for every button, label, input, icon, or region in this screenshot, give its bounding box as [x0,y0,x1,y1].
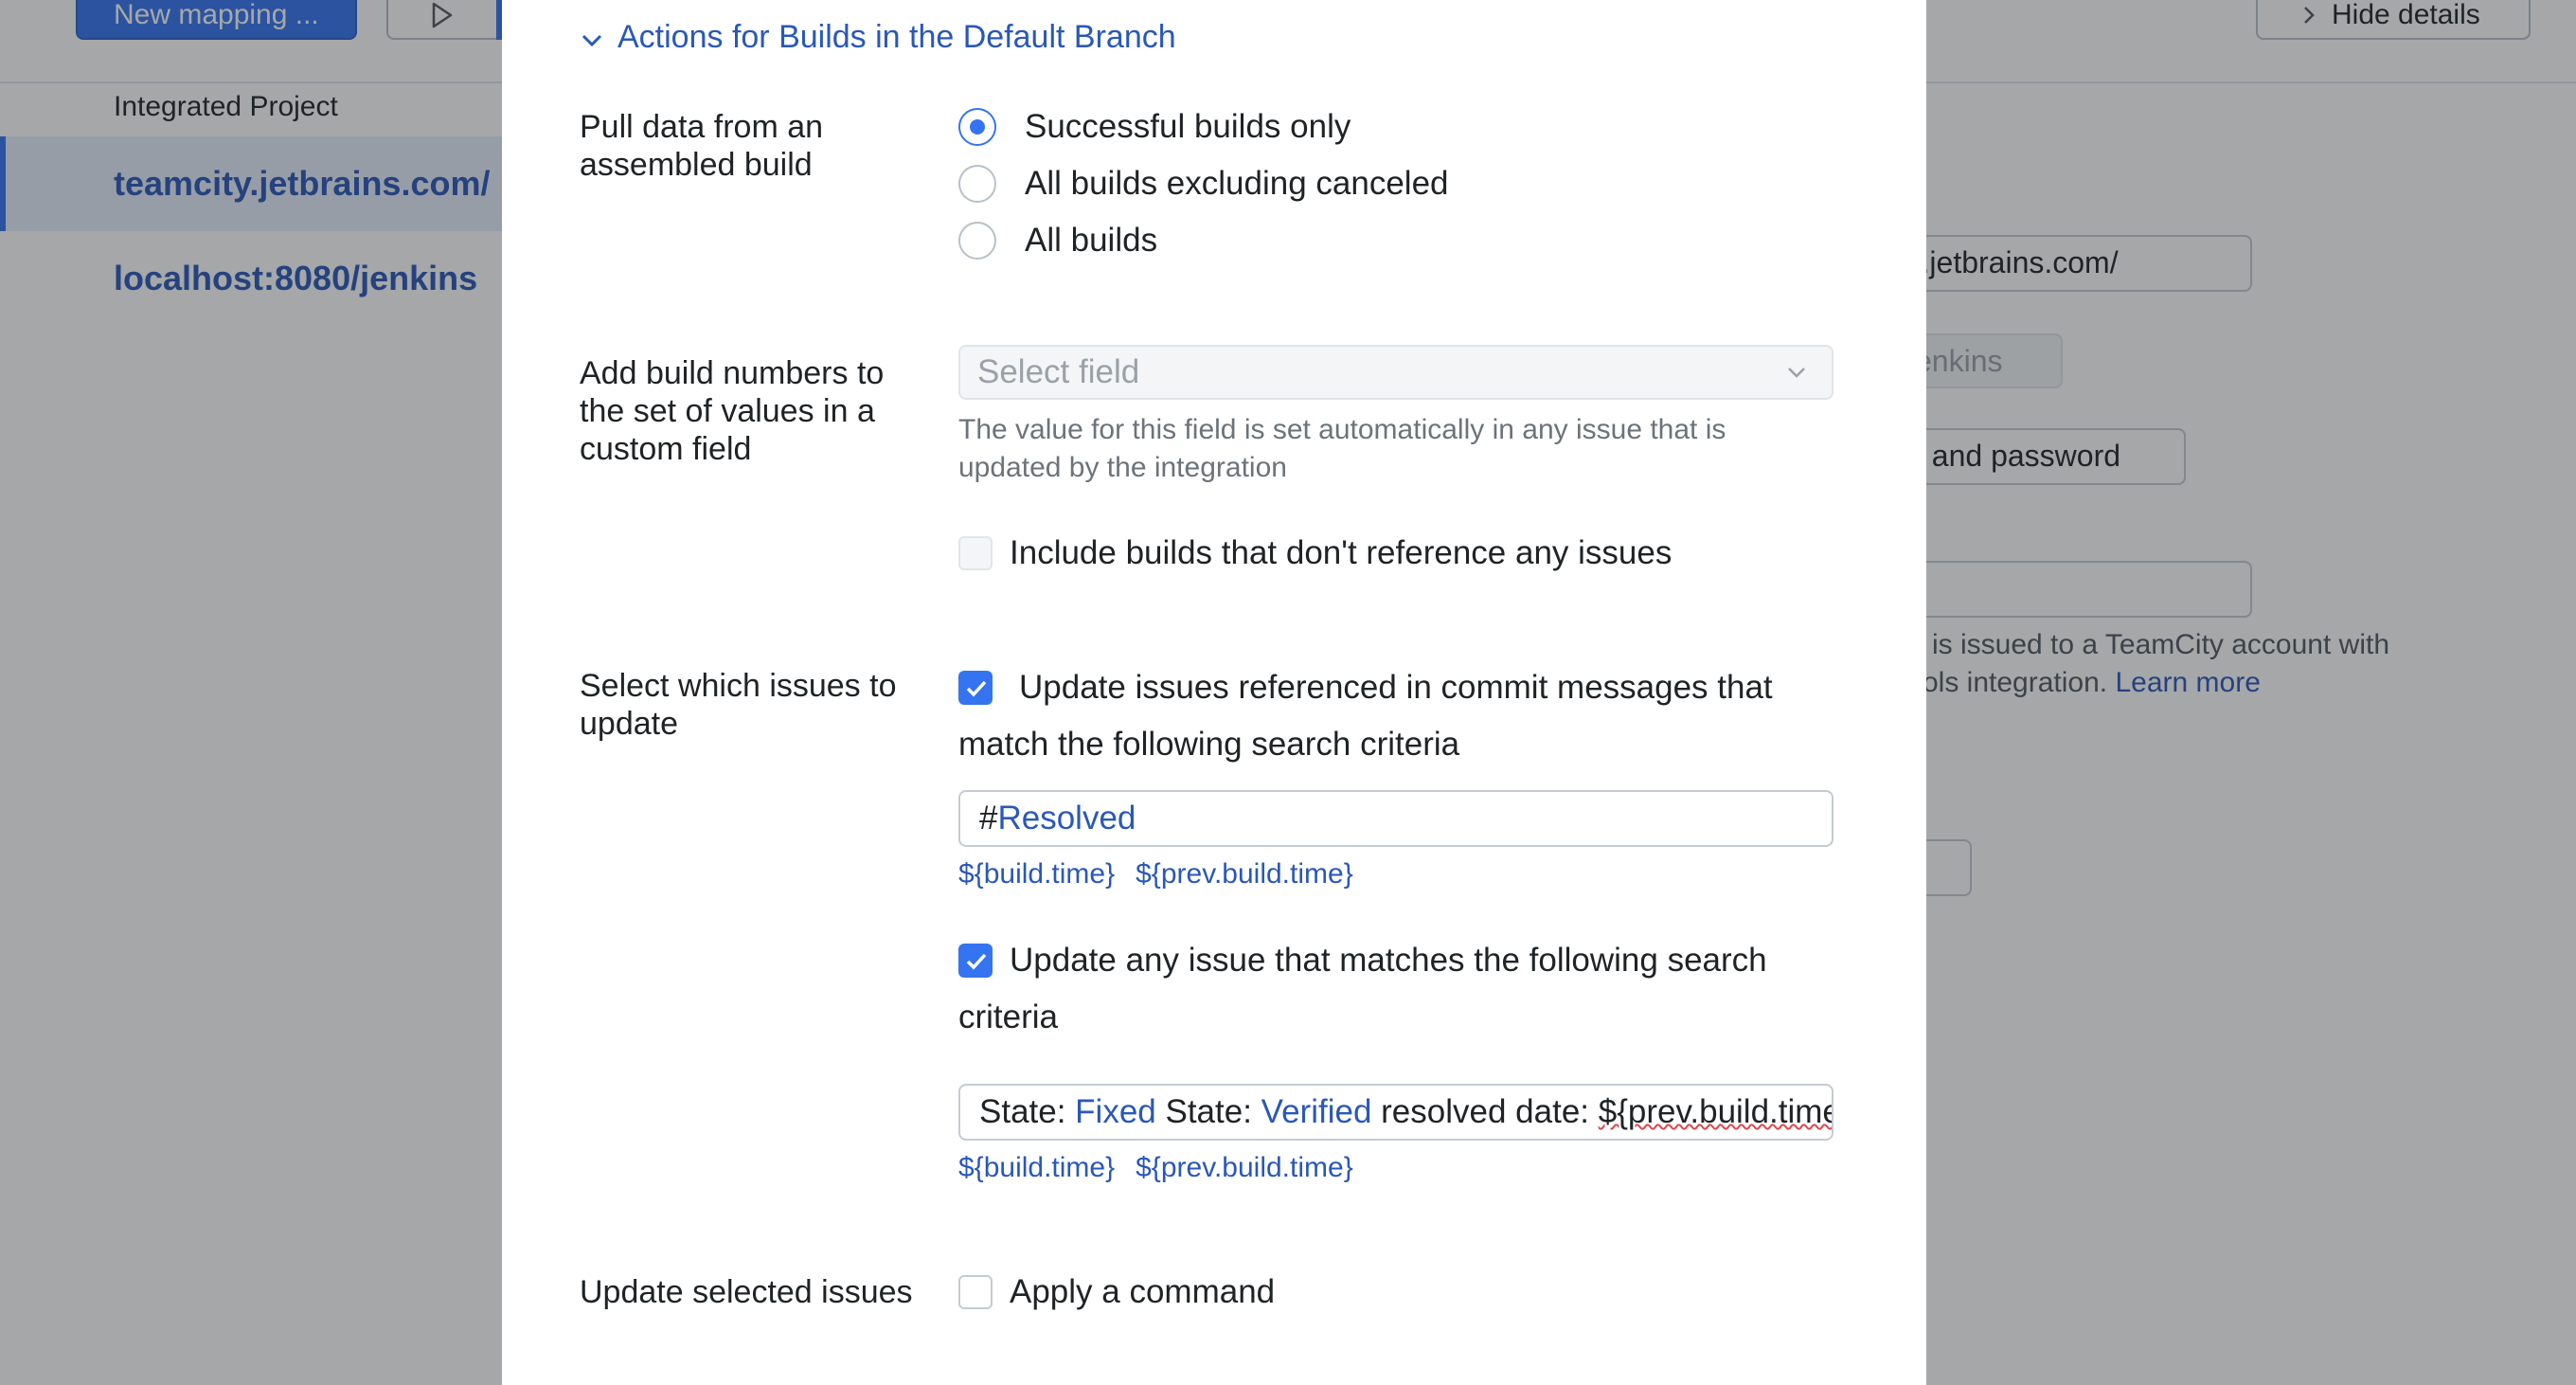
section-title: Actions for Builds in the Default Branch [617,19,1176,55]
variable-prev-build-time[interactable]: ${prev.build.time} [1136,858,1353,890]
radio-button-selected[interactable] [958,108,996,146]
radio-label: All builds [1025,222,1158,259]
radio-all-excluding-canceled[interactable]: All builds excluding canceled [958,161,1449,207]
any-issue-checkbox-row[interactable]: Update any issue that matches the follow… [958,932,1839,1046]
pull-data-label: Pull data from an assembled build [580,109,824,183]
query-keyword-verified: Verified [1261,1093,1372,1130]
commit-issues-checkbox-row[interactable]: Update issues referenced in commit messa… [958,659,1839,773]
query-keyword-resolved: Resolved [997,800,1136,836]
any-query-variables: ${build.time} ${prev.build.time} [958,1152,1374,1184]
any-issue-checkbox[interactable] [958,944,993,978]
any-issue-search-query-input[interactable]: State: Fixed State: Verified resolved da… [958,1084,1834,1141]
apply-command-checkbox-row[interactable]: Apply a command [958,1264,1839,1321]
radio-button[interactable] [958,222,996,260]
radio-all-builds[interactable]: All builds [958,218,1157,263]
include-builds-checkbox-row[interactable]: Include builds that don't reference any … [958,525,1839,582]
variable-build-time[interactable]: ${build.time} [958,858,1115,890]
include-builds-label: Include builds that don't reference any … [1010,534,1673,571]
radio-label: All builds excluding canceled [1025,165,1449,202]
chevron-down-icon [581,34,602,47]
custom-field-hint: The value for this field is set automati… [958,414,1726,483]
commit-search-query-input[interactable]: #Resolved [958,790,1834,847]
chevron-down-icon [1788,368,1805,378]
build-actions-dialog: Actions for Builds in the Default Branch… [502,0,1926,1385]
radio-label: Successful builds only [1025,108,1351,145]
select-placeholder: Select field [977,353,1140,390]
update-selected-label: Update selected issues [580,1274,913,1310]
apply-command-label: Apply a command [1010,1273,1276,1310]
radio-button[interactable] [958,165,996,203]
radio-successful-builds[interactable]: Successful builds only [958,104,1351,150]
any-issue-label: Update any issue that matches the follow… [958,942,1767,1035]
apply-command-checkbox[interactable] [958,1275,993,1309]
query-keyword-fixed: Fixed [1075,1093,1156,1130]
query-text: State: [979,1093,1076,1130]
custom-field-select[interactable]: Select field [958,345,1834,400]
query-text: resolved date: [1371,1093,1599,1130]
query-prefix: # [979,800,998,836]
commit-issues-checkbox[interactable] [958,671,993,705]
commit-query-variables: ${build.time} ${prev.build.time} [958,858,1374,890]
commit-issues-label: Update issues referenced in commit messa… [958,669,1773,763]
section-toggle-default-branch[interactable]: Actions for Builds in the Default Branch [580,19,1176,56]
checkmark-icon [966,680,987,697]
build-numbers-label: Add build numbers to the set of values i… [580,355,885,467]
issues-to-update-label: Select which issues to update [580,668,897,742]
variable-build-time[interactable]: ${build.time} [958,1152,1115,1183]
include-builds-checkbox[interactable] [958,536,993,570]
checkmark-icon [966,953,987,970]
variable-prev-build-time[interactable]: ${prev.build.time} [1136,1152,1353,1183]
query-variable-error: ${prev.build.time} [1598,1093,1834,1130]
query-text: State: [1155,1093,1261,1130]
